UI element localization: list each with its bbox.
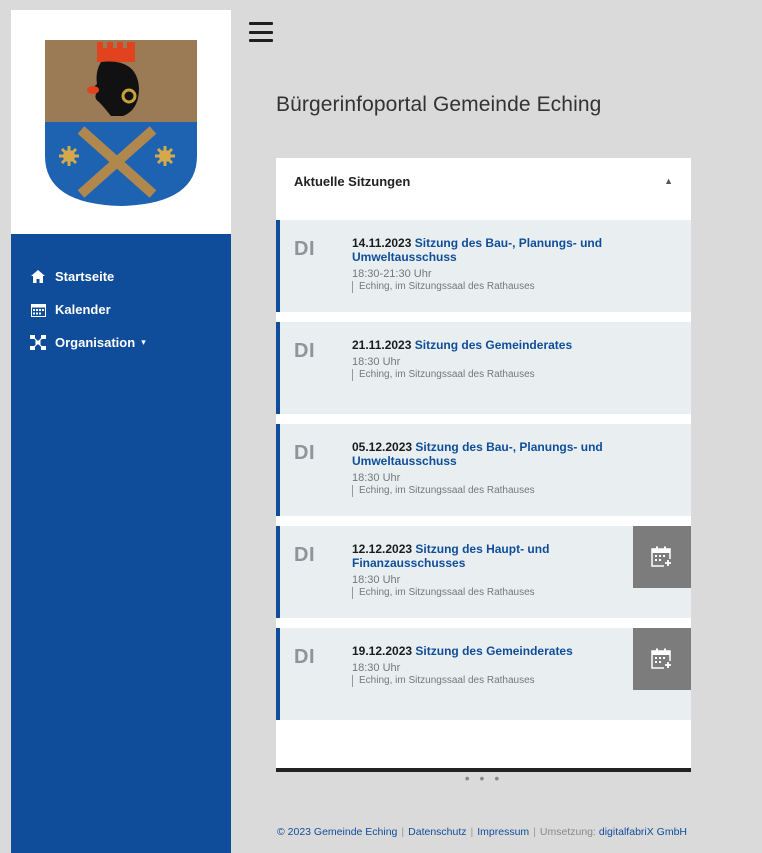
meeting-time: 18:30 Uhr — [352, 662, 401, 674]
page-title: Bürgerinfoportal Gemeinde Eching — [276, 93, 602, 116]
nav-item-label: Startseite — [55, 269, 115, 284]
show-more-button[interactable]: • • • — [276, 770, 691, 786]
imprint-link[interactable]: Impressum — [477, 826, 529, 838]
panel-title: Aktuelle Sitzungen — [294, 173, 411, 189]
weekday-abbrev: DI — [294, 238, 315, 260]
hamburger-menu-icon[interactable] — [249, 22, 273, 42]
meeting-item: DI 21.11.2023 Sitzung des Gemeinderates … — [276, 322, 691, 414]
meeting-item: DI 19.12.2023 Sitzung des Gemeinderates … — [276, 628, 691, 720]
organisation-icon — [29, 335, 47, 351]
meeting-location: Eching, im Sitzungssaal des Rathauses — [352, 587, 612, 599]
meeting-location: Eching, im Sitzungssaal des Rathauses — [352, 369, 612, 381]
meeting-date: 12.12.2023 — [352, 542, 413, 556]
weekday-abbrev: DI — [294, 340, 315, 362]
privacy-link[interactable]: Datenschutz — [408, 826, 466, 838]
meeting-location: Eching, im Sitzungssaal des Rathauses — [352, 485, 612, 497]
nav-item-label: Kalender — [55, 302, 111, 317]
weekday-abbrev: DI — [294, 442, 315, 464]
meeting-location: Eching, im Sitzungssaal des Rathauses — [352, 675, 612, 687]
panel-header[interactable]: Aktuelle Sitzungen ▲ — [276, 158, 691, 204]
meeting-date: 14.11.2023 — [352, 236, 412, 250]
calendar-icon — [29, 302, 47, 318]
nav-item-label: Organisation — [55, 335, 136, 350]
coat-of-arms-logo[interactable] — [41, 36, 201, 208]
meeting-item: DI 14.11.2023 Sitzung des Bau-, Planungs… — [276, 220, 691, 312]
current-meetings-panel: Aktuelle Sitzungen ▲ DI 14.11.2023 Sitzu… — [276, 158, 691, 786]
implementation-company-link[interactable]: digitalfabriX GmbH — [599, 826, 687, 838]
home-icon — [29, 269, 47, 285]
meeting-time: 18:30 Uhr — [352, 472, 401, 484]
weekday-abbrev: DI — [294, 646, 315, 668]
meeting-time: 18:30 Uhr — [352, 574, 401, 586]
meeting-date: 19.12.2023 — [352, 644, 413, 658]
copyright-link[interactable]: © 2023 Gemeinde Eching — [277, 826, 397, 838]
nav-item-kalender[interactable]: Kalender — [11, 293, 231, 326]
meeting-title-link[interactable]: Sitzung des Gemeinderates — [415, 338, 572, 352]
calendar-add-icon — [651, 648, 672, 669]
collapse-icon[interactable]: ▲ — [664, 176, 673, 186]
meeting-time: 18:30-21:30 Uhr — [352, 268, 432, 280]
meeting-date: 21.11.2023 — [352, 338, 412, 352]
meeting-time: 18:30 Uhr — [352, 356, 401, 368]
meeting-date: 05.12.2023 — [352, 440, 413, 454]
main-navigation: Startseite Kalender Organisation ▾ — [11, 234, 231, 359]
nav-item-startseite[interactable]: Startseite — [11, 260, 231, 293]
footer: © 2023 Gemeinde Eching | Datenschutz | Impre… — [277, 826, 687, 838]
chevron-down-icon: ▾ — [141, 337, 146, 347]
add-to-calendar-button[interactable] — [633, 628, 691, 690]
logo-container — [11, 10, 231, 234]
sidebar: Startseite Kalender Organisation ▾ — [11, 10, 231, 853]
meeting-location: Eching, im Sitzungssaal des Rathauses — [352, 281, 612, 293]
nav-item-organisation[interactable]: Organisation ▾ — [11, 326, 231, 359]
meeting-item: DI 12.12.2023 Sitzung des Haupt- und Fin… — [276, 526, 691, 618]
meeting-item: DI 05.12.2023 Sitzung des Bau-, Planungs… — [276, 424, 691, 516]
meeting-title-link[interactable]: Sitzung des Gemeinderates — [415, 644, 572, 658]
add-to-calendar-button[interactable] — [633, 526, 691, 588]
implementation-label: Umsetzung: — [539, 826, 596, 838]
calendar-add-icon — [651, 546, 672, 567]
weekday-abbrev: DI — [294, 544, 315, 566]
